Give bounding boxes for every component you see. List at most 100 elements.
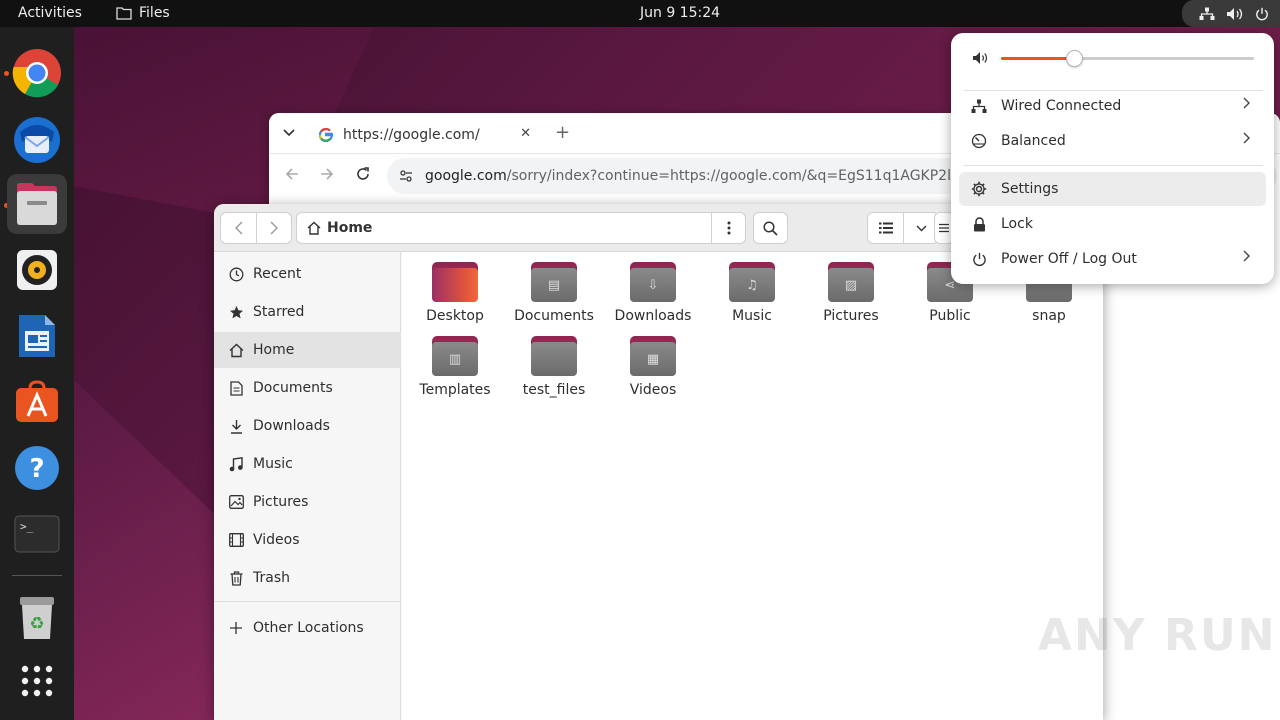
volume-slider-knob[interactable] xyxy=(1066,50,1084,67)
sidebar-item-downloads[interactable]: Downloads xyxy=(214,408,401,444)
folder-icon xyxy=(531,336,577,376)
chevron-right-icon xyxy=(1243,97,1250,113)
folder-name: Public xyxy=(929,308,971,324)
app-grid-icon xyxy=(21,665,53,697)
folder-name: Videos xyxy=(629,382,677,398)
clock[interactable]: Jun 9 15:24 xyxy=(640,5,720,21)
sidebar-item-trash[interactable]: Trash xyxy=(214,560,401,596)
folder-icon: ▥ xyxy=(432,336,478,376)
folder-item[interactable]: ▤ Documents xyxy=(506,262,602,332)
dock-show-apps[interactable] xyxy=(7,651,67,711)
search-button[interactable] xyxy=(753,212,788,244)
file-view[interactable]: Desktop ▤ Documents ⇩ Downloads ♫ Music ▨ Pictur… xyxy=(402,252,1103,720)
close-icon[interactable]: ✕ xyxy=(520,126,531,141)
list-icon xyxy=(878,222,893,234)
menu-item-wired-connected[interactable]: Wired Connected xyxy=(959,89,1266,123)
sidebar-item-music[interactable]: Music xyxy=(214,446,401,482)
clock-icon xyxy=(228,266,244,282)
volume-icon xyxy=(1227,7,1243,20)
folder-item[interactable]: ▨ Pictures xyxy=(803,262,899,332)
dock-terminal[interactable]: >_ xyxy=(7,504,67,564)
folder-icon: ▨ xyxy=(828,262,874,302)
folder-icon: ▦ xyxy=(630,336,676,376)
app-menu[interactable]: Files xyxy=(116,5,170,21)
sidebar-item-videos[interactable]: Videos xyxy=(214,522,401,558)
sidebar-item-home[interactable]: Home xyxy=(214,332,401,368)
forward-button[interactable] xyxy=(256,213,291,243)
network-icon xyxy=(1199,7,1215,20)
terminal-icon: >_ xyxy=(14,515,60,553)
music-icon xyxy=(228,456,244,472)
watermark: ANY RUN xyxy=(1038,610,1277,661)
browser-tab[interactable]: https://google.com/ ✕ xyxy=(309,117,545,153)
volume-icon[interactable] xyxy=(972,51,988,69)
sidebar-item-recent[interactable]: Recent xyxy=(214,256,401,292)
view-buttons xyxy=(867,212,939,244)
sidebar-separator xyxy=(214,601,401,602)
lock-icon xyxy=(971,216,987,232)
dock-files[interactable] xyxy=(7,174,67,234)
chevron-left-icon xyxy=(234,221,242,235)
software-icon xyxy=(16,380,58,422)
folder-icon xyxy=(432,262,478,302)
sidebar-item-other-locations[interactable]: Other Locations xyxy=(214,610,401,646)
folder-item[interactable]: ▦ Videos xyxy=(605,336,701,406)
system-tray[interactable] xyxy=(1182,0,1280,27)
new-tab-button[interactable]: + xyxy=(555,122,570,143)
dock-rhythmbox[interactable] xyxy=(7,240,67,300)
path-bar[interactable]: Home xyxy=(296,212,746,244)
menu-item-settings[interactable]: Settings xyxy=(959,172,1266,206)
sidebar-item-label: Music xyxy=(253,456,293,472)
folder-icon xyxy=(116,7,132,20)
menu-item-label: Wired Connected xyxy=(1001,98,1122,114)
folder-item[interactable]: ♫ Music xyxy=(704,262,800,332)
menu-item-power-off-log-out[interactable]: Power Off / Log Out xyxy=(959,242,1266,276)
sidebar-item-label: Home xyxy=(253,342,295,358)
site-info-icon[interactable] xyxy=(399,169,413,183)
top-bar: Activities Files Jun 9 15:24 xyxy=(0,0,1280,27)
picture-icon xyxy=(228,494,244,510)
menu-item-lock[interactable]: Lock xyxy=(959,207,1266,241)
back-button[interactable] xyxy=(221,213,256,243)
dock-help[interactable]: ? xyxy=(7,438,67,498)
dock-software[interactable] xyxy=(7,372,67,432)
list-view-button[interactable] xyxy=(868,213,903,243)
svg-text:>_: >_ xyxy=(20,520,34,533)
folder-name: snap xyxy=(1032,308,1066,324)
tab-search-button[interactable] xyxy=(283,125,295,141)
sidebar-item-starred[interactable]: Starred xyxy=(214,294,401,330)
sidebar-item-documents[interactable]: Documents xyxy=(214,370,401,406)
path-menu-button[interactable] xyxy=(711,213,745,243)
sidebar-item-pictures[interactable]: Pictures xyxy=(214,484,401,520)
breadcrumb[interactable]: Home xyxy=(297,220,711,236)
folder-item[interactable]: ⇩ Downloads xyxy=(605,262,701,332)
arrow-right-icon xyxy=(321,168,334,180)
reload-button[interactable] xyxy=(356,167,370,185)
folder-item[interactable]: Desktop xyxy=(407,262,503,332)
dock-trash[interactable]: ♻ xyxy=(7,588,67,648)
folder-icon: ⇩ xyxy=(630,262,676,302)
menu-item-label: Balanced xyxy=(1001,133,1066,149)
arrow-left-icon xyxy=(285,168,298,180)
dock-writer[interactable] xyxy=(7,306,67,366)
back-button[interactable] xyxy=(285,167,299,185)
app-name: Files xyxy=(139,5,170,21)
folder-name: Downloads xyxy=(614,308,692,324)
url-path: /sorry/index?continue=https://google.com… xyxy=(506,168,1007,184)
activities-button[interactable]: Activities xyxy=(18,5,82,21)
folder-item[interactable]: ▥ Templates xyxy=(407,336,503,406)
power-icon xyxy=(1256,7,1268,20)
menu-item-balanced[interactable]: Balanced xyxy=(959,124,1266,158)
volume-slider[interactable] xyxy=(1001,50,1254,67)
view-options-button[interactable] xyxy=(903,213,938,243)
sidebar-item-label: Documents xyxy=(253,380,333,396)
dock-thunderbird[interactable] xyxy=(7,109,67,169)
breadcrumb-home: Home xyxy=(327,220,373,236)
folder-icon: ♫ xyxy=(729,262,775,302)
dock-chrome[interactable] xyxy=(7,43,67,103)
folder-item[interactable]: test_files xyxy=(506,336,602,406)
folder-icon: ▤ xyxy=(531,262,577,302)
sidebar-item-label: Pictures xyxy=(253,494,309,510)
menu-item-label: Settings xyxy=(1001,181,1059,197)
forward-button[interactable] xyxy=(320,167,334,185)
